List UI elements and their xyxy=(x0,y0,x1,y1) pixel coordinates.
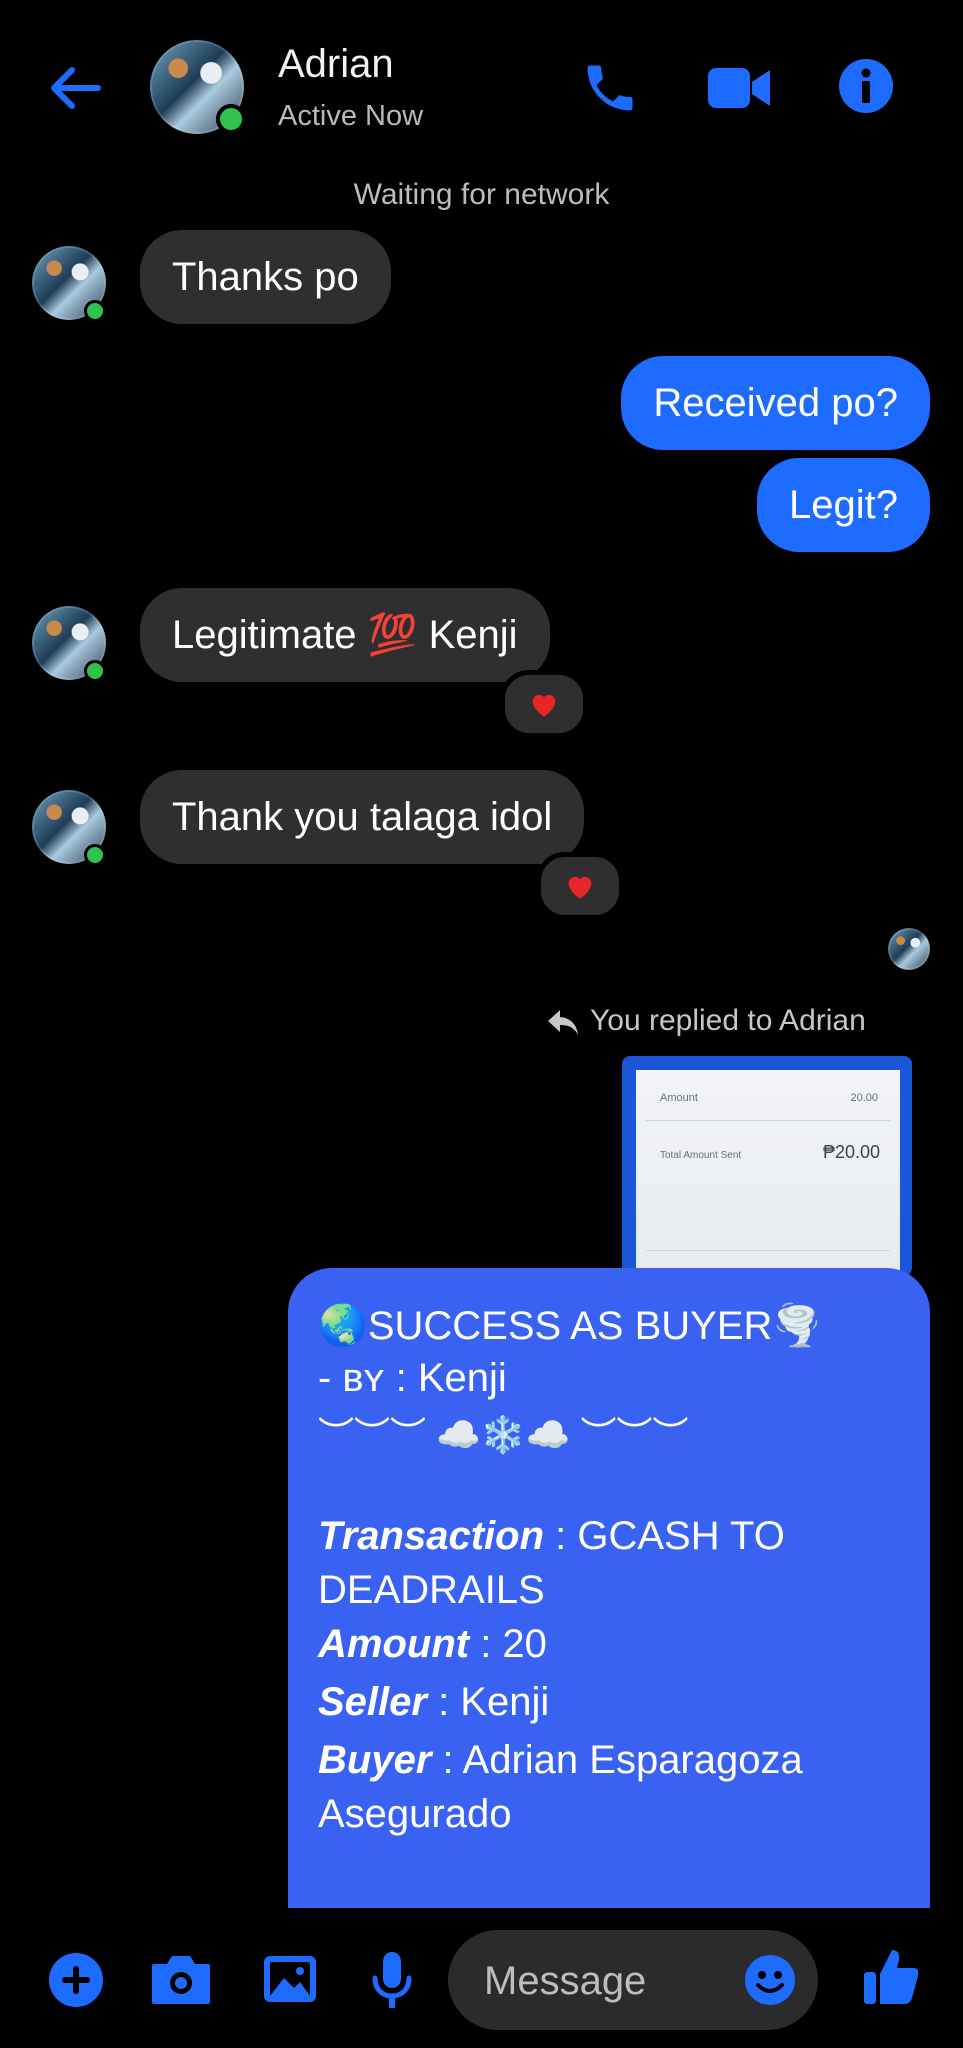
message-input-container[interactable] xyxy=(448,1930,818,2032)
online-indicator xyxy=(84,660,106,682)
proof-by-line: - ʙʏ : Kenji xyxy=(318,1356,507,1401)
info-icon[interactable] xyxy=(838,58,894,114)
globe-emoji-icon: 🌏 xyxy=(318,1304,368,1348)
proof-title: SUCCESS AS BUYER xyxy=(367,1304,773,1348)
thumbs-up-icon[interactable] xyxy=(862,1946,920,2006)
seen-avatar xyxy=(888,928,930,970)
phone-call-icon[interactable] xyxy=(580,58,640,118)
incoming-message[interactable]: Thank you talaga idol xyxy=(140,770,585,864)
reaction-badge[interactable] xyxy=(536,852,624,920)
reply-note: You replied to Adrian xyxy=(590,1004,866,1037)
proof-field-buyer-cont: Asegurado xyxy=(318,1792,512,1836)
online-indicator xyxy=(216,104,246,134)
receipt-row-label: Amount xyxy=(660,1092,698,1104)
proof-field-transaction: Transaction : GCASH TO xyxy=(318,1514,785,1558)
network-status-text: Waiting for network xyxy=(353,178,610,211)
proof-field-transaction-cont: DEADRAILS xyxy=(318,1568,545,1612)
video-call-icon[interactable] xyxy=(706,60,772,116)
online-indicator xyxy=(84,844,106,866)
emoji-icon[interactable] xyxy=(744,1954,796,2006)
microphone-icon[interactable] xyxy=(370,1950,414,2012)
incoming-message[interactable]: Legitimate 💯 Kenji xyxy=(140,588,550,682)
message-input[interactable] xyxy=(482,1930,716,2032)
heart-icon xyxy=(568,876,592,899)
back-arrow-icon[interactable] xyxy=(44,62,104,114)
hundred-emoji: 💯 xyxy=(367,613,418,657)
receipt-total-value: ₱20.00 xyxy=(822,1142,880,1162)
online-indicator xyxy=(84,300,106,322)
contact-status: Active Now xyxy=(278,100,424,132)
reply-icon xyxy=(546,1008,580,1038)
proof-decoration: ︶︶︶ ☁️❄️☁️ ︶︶︶ xyxy=(318,1414,689,1455)
receipt-image[interactable]: Amount 20.00 Total Amount Sent ₱20.00 xyxy=(622,1056,912,1276)
outgoing-message[interactable]: Received po? xyxy=(621,356,930,450)
incoming-message[interactable]: Thanks po xyxy=(140,230,391,324)
message-text: Legitimate xyxy=(172,613,357,657)
contact-name[interactable]: Adrian xyxy=(278,42,394,87)
proof-by-label: - ʙʏ : xyxy=(318,1356,418,1400)
proof-field-buyer: Buyer : Adrian Esparagoza xyxy=(318,1738,803,1782)
proof-title-line: 🌏SUCCESS AS BUYER🌪️ xyxy=(318,1302,822,1349)
gallery-icon[interactable] xyxy=(262,1954,318,2004)
heart-icon xyxy=(532,694,556,717)
receipt-total-label: Total Amount Sent xyxy=(660,1150,742,1161)
reaction-badge[interactable] xyxy=(500,670,588,738)
proof-message-bubble[interactable]: 🌏SUCCESS AS BUYER🌪️ - ʙʏ : Kenji ︶︶︶ ☁️❄… xyxy=(288,1268,930,1908)
outgoing-message[interactable]: Legit? xyxy=(757,458,930,552)
proof-by-value: Kenji xyxy=(417,1356,507,1400)
add-icon[interactable] xyxy=(48,1952,104,2008)
tornado-emoji-icon: 🌪️ xyxy=(772,1304,823,1348)
camera-icon[interactable] xyxy=(150,1954,212,2006)
proof-field-amount: Amount : 20 xyxy=(318,1622,547,1666)
message-text-suffix: Kenji xyxy=(428,613,518,657)
receipt-row-value: 20.00 xyxy=(850,1092,878,1104)
proof-field-seller: Seller : Kenji xyxy=(318,1680,550,1724)
